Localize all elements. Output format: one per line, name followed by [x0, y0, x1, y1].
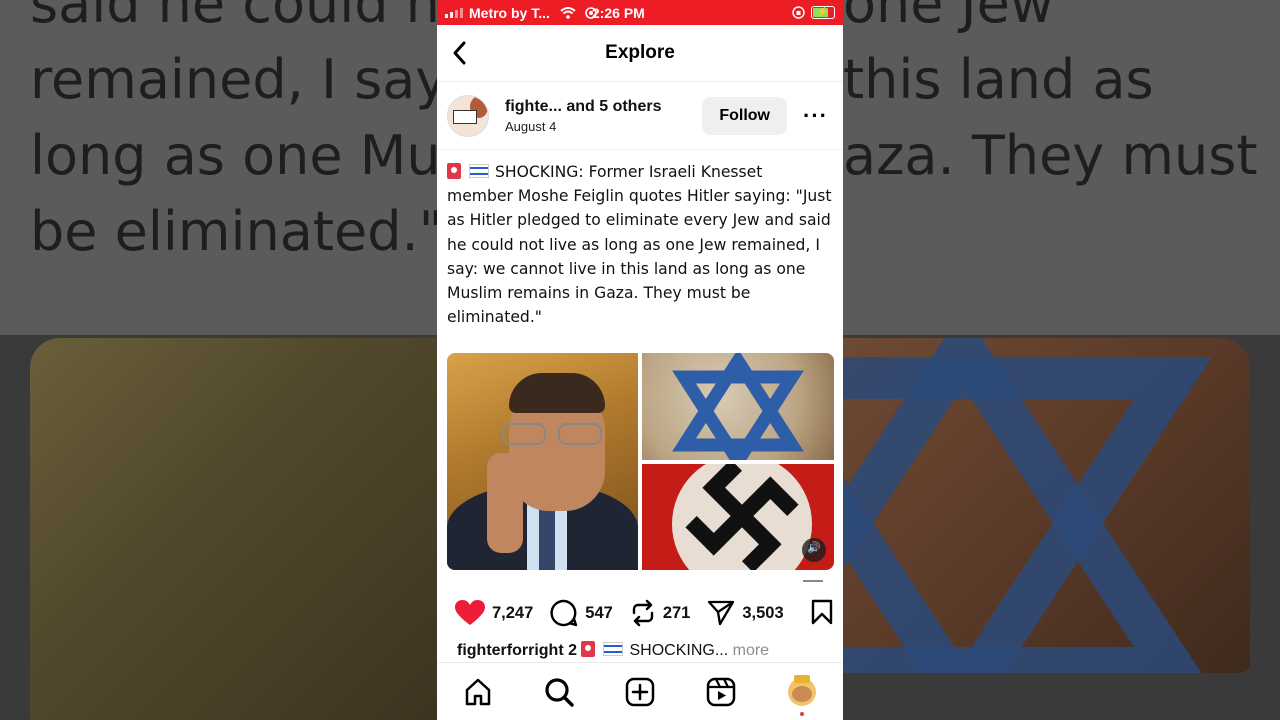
repost-button[interactable]: 271	[630, 599, 691, 627]
share-count: 3,503	[742, 603, 784, 622]
post-header: fighte... and 5 others August 4 Follow ·…	[437, 82, 843, 150]
siren-icon	[581, 641, 596, 657]
caption-preview[interactable]: fighterforright 2 SHOCKING... more	[457, 641, 837, 663]
photo-star-of-david	[642, 353, 834, 460]
backdrop-line: aza. They must	[843, 124, 1258, 187]
page-title: Explore	[605, 42, 675, 63]
more-link[interactable]: more	[733, 642, 769, 659]
repost-count: 271	[662, 603, 691, 622]
location-icon	[585, 6, 597, 19]
reels-icon	[706, 677, 736, 707]
photo-man	[447, 353, 638, 570]
send-icon	[708, 600, 735, 626]
caption-body: member Moshe Feiglin quotes Hitler sayin…	[447, 187, 832, 327]
comment-preview-text: SHOCKING...	[629, 642, 729, 659]
signal-icon	[445, 7, 463, 18]
author-info: fighte... and 5 others August 4	[505, 98, 702, 134]
israel-flag-icon	[469, 164, 489, 178]
backdrop-text-right: one Jew this land as aza. They must	[843, 0, 1280, 194]
post-date: August 4	[505, 118, 557, 134]
author-names[interactable]: fighte... and 5 others	[505, 98, 702, 116]
israel-flag-icon	[603, 642, 624, 656]
more-options-icon[interactable]: ···	[803, 103, 827, 129]
like-count: 7,247	[492, 603, 534, 622]
tab-home[interactable]	[458, 672, 498, 712]
clock: 2:26 PM	[591, 4, 645, 21]
star-of-david-icon	[843, 338, 1212, 673]
heart-icon	[455, 600, 485, 625]
comment-icon	[550, 599, 578, 627]
orientation-lock-icon	[792, 6, 805, 19]
phone-screen: Metro by T... 2:26 PM ⚡ Explore fighte..…	[437, 0, 843, 720]
profile-avatar	[788, 675, 817, 706]
status-right: ⚡	[792, 6, 835, 19]
backdrop-line: long as one Musl	[30, 124, 437, 187]
home-icon	[465, 678, 490, 706]
backdrop-image-left	[30, 338, 437, 720]
status-bar: Metro by T... 2:26 PM ⚡	[437, 0, 843, 25]
author-avatar[interactable]	[447, 94, 489, 137]
notification-dot	[800, 712, 805, 716]
backdrop-line: this land as	[843, 48, 1154, 111]
star-of-david-icon	[672, 353, 804, 460]
comment-button[interactable]: 547	[550, 599, 613, 627]
search-icon	[545, 678, 574, 707]
follow-button[interactable]: Follow	[702, 96, 787, 135]
tab-reels[interactable]	[701, 672, 741, 712]
carousel-indicator	[803, 580, 823, 582]
back-chevron-icon[interactable]	[449, 39, 473, 67]
backdrop-image-right	[843, 338, 1250, 673]
repost-icon	[632, 599, 654, 627]
tab-profile[interactable]	[782, 672, 822, 716]
tab-search[interactable]	[539, 672, 579, 712]
tab-create[interactable]	[620, 672, 660, 712]
battery-icon: ⚡	[811, 6, 835, 19]
comment-count-inline: 2	[568, 642, 578, 659]
wifi-icon	[560, 6, 576, 19]
top-nav: Explore	[437, 25, 843, 82]
share-button[interactable]: 3,503	[707, 600, 784, 626]
post-caption: SHOCKING: Former Israeli Knesset member …	[437, 150, 843, 329]
sound-toggle-icon[interactable]	[802, 538, 826, 562]
backdrop-line: be eliminated."	[30, 200, 437, 263]
post-actions: 7,247 547 271 3,503	[455, 598, 833, 628]
siren-icon	[447, 163, 461, 179]
carrier-label: Metro by T...	[469, 4, 550, 21]
backdrop-line: one Jew	[843, 0, 1054, 35]
backdrop-text-left: said he could no remained, I say: w long…	[30, 0, 437, 270]
photo-swastika-flag	[642, 464, 834, 570]
comment-username[interactable]: fighterforright	[457, 642, 564, 659]
like-button[interactable]: 7,247	[455, 600, 533, 626]
post-media-collage[interactable]	[447, 353, 834, 570]
bottom-tab-bar	[437, 662, 843, 720]
create-icon	[625, 677, 655, 707]
comment-count: 547	[585, 603, 613, 622]
bookmark-icon[interactable]	[811, 599, 833, 625]
caption-line-1: SHOCKING: Former Israeli Knesset	[495, 163, 763, 181]
backdrop-line: said he could no	[30, 0, 437, 35]
backdrop-line: remained, I say: w	[30, 48, 437, 111]
